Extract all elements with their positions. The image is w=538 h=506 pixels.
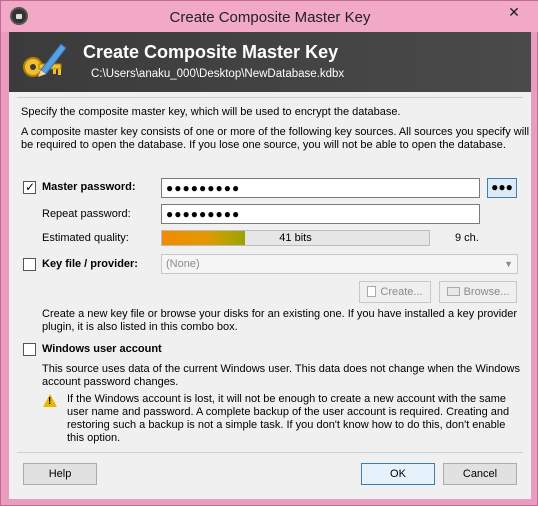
estimated-quality-label: Estimated quality: (42, 232, 129, 244)
close-button[interactable]: ✕ (499, 2, 529, 22)
key-file-label: Key file / provider: (42, 258, 138, 270)
show-password-button[interactable]: ●●● (487, 178, 517, 198)
create-button-label: Create... (380, 286, 423, 298)
warning-line-3: restoring such a backup is not a simple … (67, 419, 506, 431)
intro-line-2: A composite master key consists of one o… (21, 126, 530, 138)
intro-line-3: be required to open the database. If you… (21, 139, 506, 151)
divider (17, 97, 523, 98)
ok-button[interactable]: OK (361, 463, 435, 485)
master-password-input[interactable]: ●●●●●●●●● (161, 178, 480, 198)
key-file-select[interactable]: (None) ▼ (161, 254, 518, 274)
warning-line-1: If the Windows account is lost, it will … (67, 393, 507, 405)
chevron-down-icon: ▼ (504, 259, 513, 269)
key-pencil-icon (23, 43, 67, 77)
create-key-file-button[interactable]: Create... (359, 281, 431, 303)
key-file-desc-1: Create a new key file or browse your dis… (42, 308, 518, 320)
window-title: Create Composite Master Key (169, 9, 371, 26)
dialog-window: Create Composite Master Key ✕ Create Com… (0, 0, 538, 506)
master-password-label: Master password: (42, 181, 136, 193)
quality-meter: 41 bits (161, 230, 430, 246)
footer-divider (17, 452, 523, 453)
browse-button-label: Browse... (463, 286, 510, 298)
help-button[interactable]: Help (23, 463, 97, 485)
folder-icon (446, 287, 460, 296)
char-count: 9 ch. (455, 232, 479, 244)
key-file-checkbox[interactable] (23, 258, 36, 271)
banner-title: Create Composite Master Key (83, 42, 339, 62)
warning-icon (43, 394, 57, 407)
key-file-desc-2: plugin, it is also listed in this combo … (42, 321, 238, 333)
new-file-icon (367, 286, 377, 297)
database-path: C:\Users\anaku_000\Desktop\NewDatabase.k… (91, 68, 345, 80)
windows-account-desc-2: account password changes. (42, 376, 179, 388)
intro-line-1: Specify the composite master key, which … (21, 106, 401, 118)
windows-account-checkbox[interactable] (23, 343, 36, 356)
windows-account-desc-1: This source uses data of the current Win… (42, 363, 520, 375)
warning-line-2: user name and password. A complete backu… (67, 406, 510, 418)
key-file-select-value: (None) (166, 258, 200, 270)
browse-key-file-button[interactable]: Browse... (439, 281, 517, 303)
repeat-password-label: Repeat password: (42, 208, 131, 220)
dialog-client: Create Composite Master Key C:\Users\ana… (9, 32, 531, 499)
windows-account-label: Windows user account (42, 343, 162, 355)
header-banner: Create Composite Master Key C:\Users\ana… (9, 32, 531, 92)
warning-line-4: this option. (67, 432, 121, 444)
master-password-checkbox[interactable] (23, 180, 36, 194)
title-bar: Create Composite Master Key ✕ (1, 1, 538, 32)
cancel-button[interactable]: Cancel (443, 463, 517, 485)
repeat-password-input[interactable]: ●●●●●●●●● (161, 204, 480, 224)
quality-bits: 41 bits (279, 232, 312, 244)
